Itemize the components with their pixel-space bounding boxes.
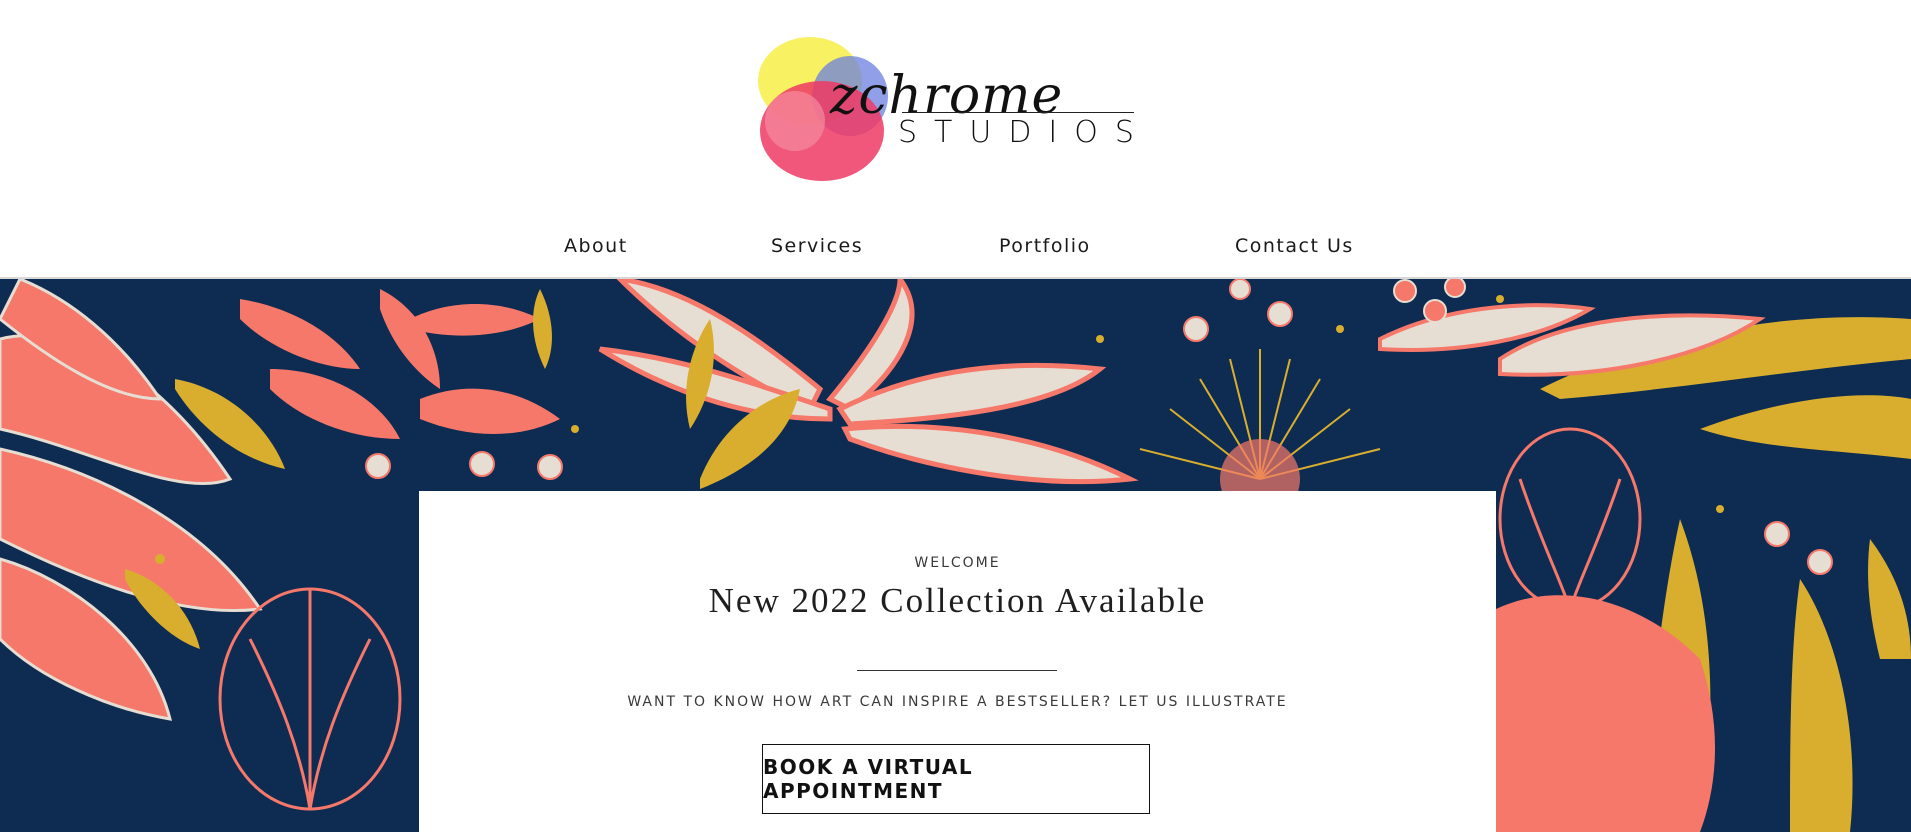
welcome-card: WELCOME New 2022 Collection Available WA…	[419, 491, 1496, 832]
main-nav: About Services Portfolio Contact Us	[0, 228, 1911, 264]
nav-item-portfolio[interactable]: Portfolio	[999, 228, 1091, 264]
welcome-subtitle: WANT TO KNOW HOW ART CAN INSPIRE A BESTS…	[627, 694, 1288, 710]
welcome-divider	[857, 670, 1057, 671]
site-header: zchrome STUDIOS About Services Portfolio…	[0, 0, 1911, 278]
nav-item-about[interactable]: About	[564, 228, 628, 264]
brand-subtitle: STUDIOS	[898, 115, 1151, 150]
welcome-eyebrow: WELCOME	[914, 555, 1001, 571]
nav-item-contact-us[interactable]: Contact Us	[1235, 228, 1354, 264]
welcome-title: New 2022 Collection Available	[708, 581, 1207, 620]
brand-divider	[902, 112, 1134, 113]
brand-logo[interactable]: zchrome STUDIOS	[750, 26, 1150, 191]
page: zchrome STUDIOS About Services Portfolio…	[0, 0, 1911, 832]
book-appointment-button[interactable]: BOOK A VIRTUAL APPOINTMENT	[762, 744, 1150, 814]
nav-item-services[interactable]: Services	[771, 228, 863, 264]
